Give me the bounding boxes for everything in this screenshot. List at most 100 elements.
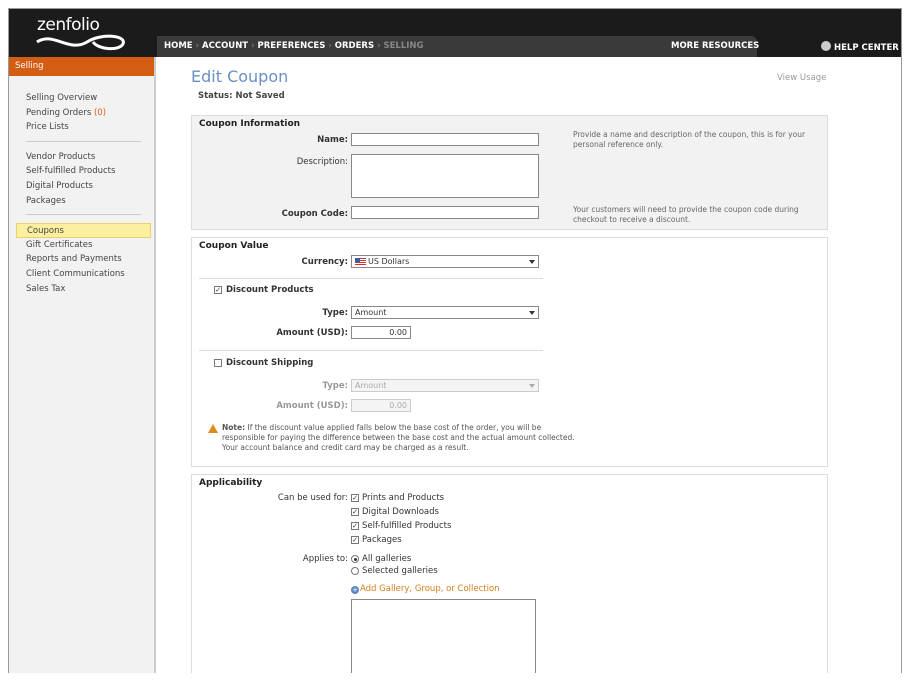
nav-preferences[interactable]: PREFERENCES <box>258 41 326 51</box>
applicability-section: Applicability Can be used for: Prints an… <box>191 474 828 673</box>
help-center-link[interactable]: HELP CENTER <box>821 41 899 53</box>
products-amount-label: Amount (USD): <box>276 328 348 338</box>
view-usage-link[interactable]: View Usage <box>777 73 826 83</box>
coupon-value-section: Coupon Value Currency: US Dollars Discou… <box>191 237 828 467</box>
chevron-down-icon <box>529 311 535 315</box>
selected-galleries-label: Selected galleries <box>362 566 438 576</box>
coupon-information-section: Coupon Information Name: Description: Co… <box>191 115 828 230</box>
coupon-code-field[interactable] <box>351 206 539 219</box>
note-label: Note: <box>222 423 246 432</box>
shipping-type-label: Type: <box>322 381 348 391</box>
prints-and-products-checkbox[interactable] <box>351 494 359 502</box>
sidebar-item-selling-overview[interactable]: Selling Overview <box>26 91 154 106</box>
sidebar-item-packages[interactable]: Packages <box>26 194 154 209</box>
us-flag-icon <box>355 258 366 265</box>
all-galleries-label: All galleries <box>362 554 412 564</box>
logo-swoosh-icon <box>36 34 125 51</box>
sidebar-item-label: Pending Orders <box>26 107 92 118</box>
sidebar-item-coupons[interactable]: Coupons <box>16 223 151 238</box>
top-bar: zenfolio HOME › ACCOUNT › PREFERENCES › ORDERS… <box>9 9 901 57</box>
nav-selling[interactable]: SELLING <box>383 41 423 51</box>
nav-orders[interactable]: ORDERS <box>335 41 374 51</box>
sidebar-item-client-communications[interactable]: Client Communications <box>26 267 154 282</box>
section-title: Applicability <box>199 478 263 488</box>
pending-count-badge: (0) <box>93 107 107 118</box>
sidebar-divider <box>26 140 141 142</box>
divider <box>199 278 543 279</box>
status-value: Not Saved <box>235 91 285 101</box>
section-title: Coupon Information <box>199 119 301 129</box>
products-type-select[interactable]: Amount <box>351 306 539 319</box>
add-gallery-label: Add Gallery, Group, or Collection <box>360 584 500 594</box>
add-icon: + <box>351 586 359 594</box>
warning-icon <box>208 424 218 433</box>
sidebar-item-reports-and-payments[interactable]: Reports and Payments <box>26 252 154 267</box>
status-label: Status: <box>198 91 233 101</box>
discount-shipping-label: Discount Shipping <box>226 358 314 368</box>
code-help-text: Your customers will need to provide the … <box>573 205 799 224</box>
products-amount-field[interactable]: 0.00 <box>351 326 411 339</box>
currency-value: US Dollars <box>368 257 410 266</box>
shipping-amount-field[interactable]: 0.00 <box>351 399 411 412</box>
section-title: Coupon Value <box>199 241 269 251</box>
products-type-label: Type: <box>322 308 348 318</box>
sidebar-group-1: Selling Overview Pending Orders (0) Pric… <box>9 91 154 135</box>
shipping-amount-label: Amount (USD): <box>276 401 348 411</box>
app-window: zenfolio HOME › ACCOUNT › PREFERENCES › ORDERS… <box>8 8 902 673</box>
sidebar-group-2: Vendor Products Self-fulfilled Products … <box>9 150 154 208</box>
prints-and-products-label: Prints and Products <box>362 493 445 503</box>
shipping-type-value: Amount <box>355 381 387 390</box>
used-for-label: Can be used for: <box>277 493 348 503</box>
selected-galleries-list[interactable] <box>351 599 536 673</box>
note-text: If the discount value applied falls belo… <box>222 423 575 452</box>
packages-label: Packages <box>362 535 402 545</box>
discount-products-checkbox[interactable] <box>214 286 222 294</box>
currency-select[interactable]: US Dollars <box>351 255 539 268</box>
status-line: Status: Not Saved <box>198 91 285 101</box>
main-content: Edit Coupon View Usage Status: Not Saved… <box>164 57 901 673</box>
sidebar-item-self-fulfilled-products[interactable]: Self-fulfilled Products <box>26 164 154 179</box>
more-resources-link[interactable]: MORE RESOURCES <box>671 41 759 51</box>
sidebar-header: Selling <box>9 57 154 76</box>
divider <box>199 350 543 351</box>
help-center-label: HELP CENTER <box>834 43 899 53</box>
sidebar-item-vendor-products[interactable]: Vendor Products <box>26 150 154 165</box>
digital-downloads-label: Digital Downloads <box>362 507 439 517</box>
description-field[interactable] <box>351 154 539 198</box>
sidebar-item-digital-products[interactable]: Digital Products <box>26 179 154 194</box>
name-field[interactable] <box>351 133 539 146</box>
name-label: Name: <box>317 135 348 145</box>
description-label: Description: <box>296 157 348 167</box>
name-help-text: Provide a name and description of the co… <box>573 130 806 149</box>
sidebar-item-sales-tax[interactable]: Sales Tax <box>26 282 154 297</box>
sidebar-divider <box>26 214 141 216</box>
discount-note: Note: If the discount value applied fall… <box>222 423 582 453</box>
sidebar-item-price-lists[interactable]: Price Lists <box>26 120 154 135</box>
digital-downloads-checkbox[interactable] <box>351 508 359 516</box>
packages-checkbox[interactable] <box>351 536 359 544</box>
self-fulfilled-products-label: Self-fulfilled Products <box>362 521 452 531</box>
chevron-down-icon <box>529 260 535 264</box>
all-galleries-radio[interactable] <box>351 555 359 563</box>
sidebar: Selling Selling Overview Pending Orders … <box>9 57 156 673</box>
chevron-down-icon <box>529 384 535 388</box>
sidebar-group-3: Coupons Gift Certificates Reports and Pa… <box>9 223 154 296</box>
selected-galleries-radio[interactable] <box>351 567 359 575</box>
zenfolio-logo[interactable]: zenfolio <box>37 15 100 35</box>
add-gallery-link[interactable]: + Add Gallery, Group, or Collection <box>351 584 500 594</box>
sidebar-item-pending-orders[interactable]: Pending Orders (0) <box>26 106 154 121</box>
nav-account[interactable]: ACCOUNT <box>202 41 248 51</box>
nav-home[interactable]: HOME <box>164 41 193 51</box>
discount-products-label: Discount Products <box>226 285 314 295</box>
currency-label: Currency: <box>301 257 348 267</box>
coupon-code-label: Coupon Code: <box>281 209 348 219</box>
sidebar-item-gift-certificates[interactable]: Gift Certificates <box>26 238 154 253</box>
products-type-value: Amount <box>355 308 387 317</box>
shipping-type-select[interactable]: Amount <box>351 379 539 392</box>
discount-shipping-checkbox[interactable] <box>214 359 222 367</box>
applies-to-label: Applies to: <box>302 554 348 564</box>
page-title: Edit Coupon <box>191 67 289 86</box>
help-icon <box>821 41 831 51</box>
main-nav: HOME › ACCOUNT › PREFERENCES › ORDERS › SELLING <box>164 41 424 51</box>
self-fulfilled-products-checkbox[interactable] <box>351 522 359 530</box>
